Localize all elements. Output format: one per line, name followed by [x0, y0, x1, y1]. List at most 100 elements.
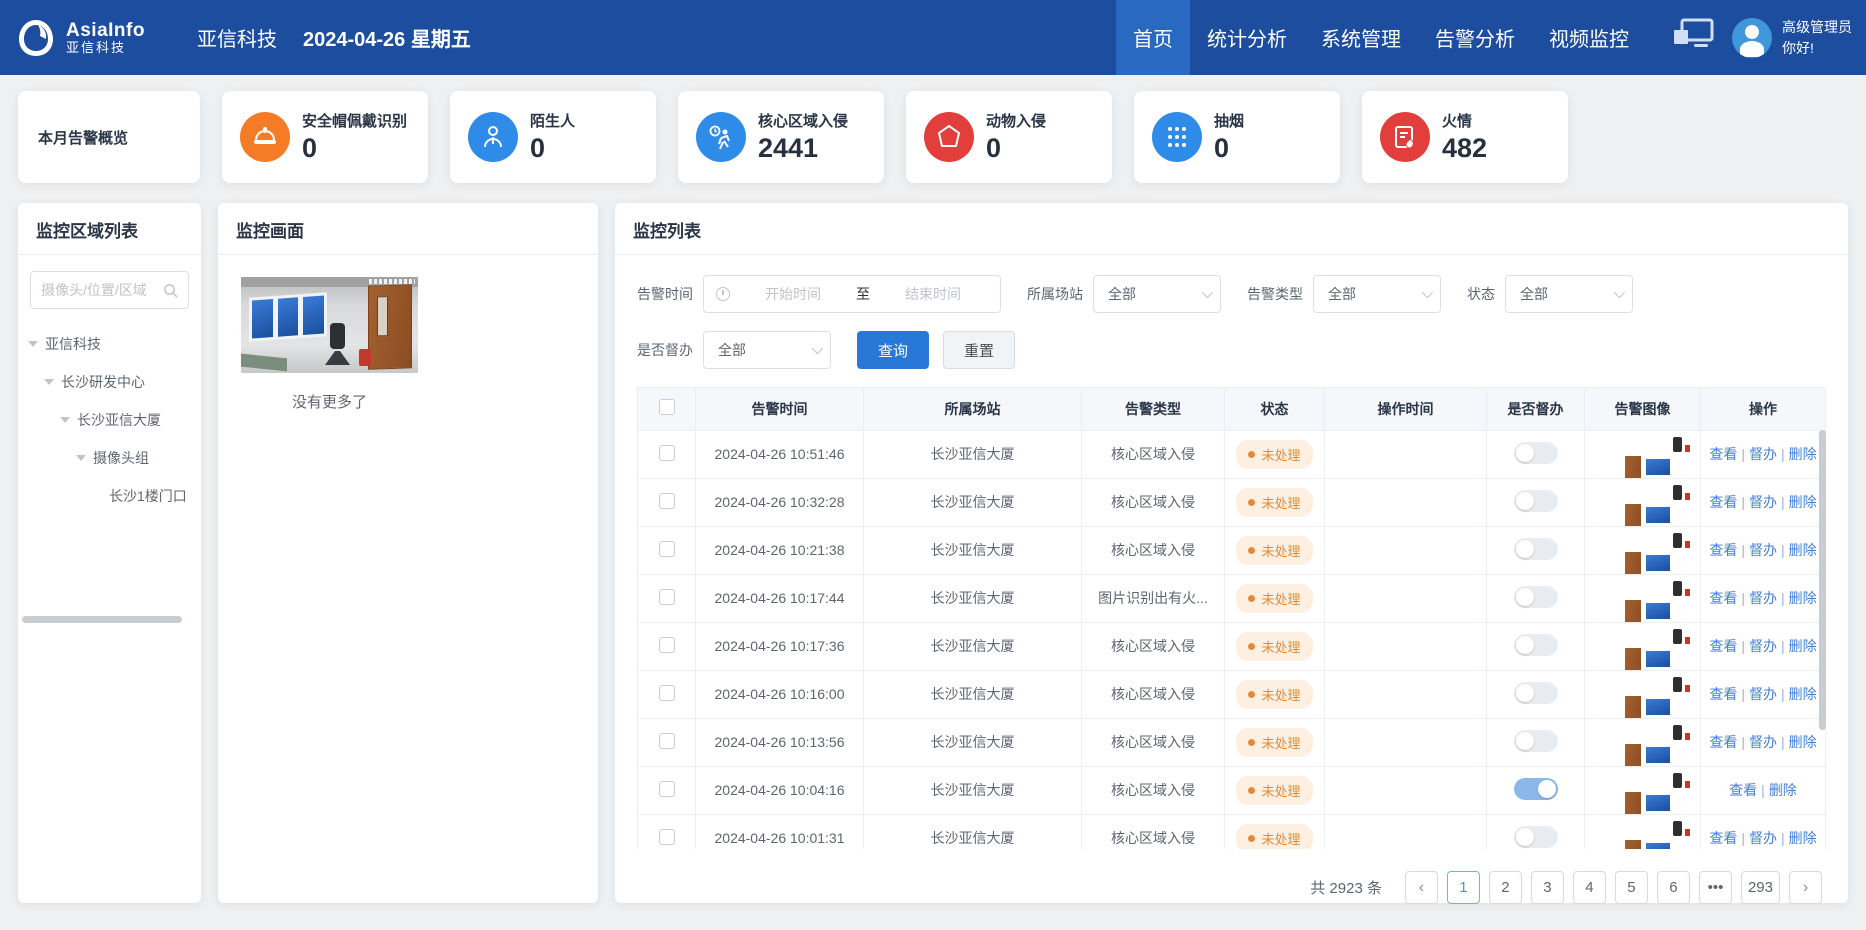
action-督办[interactable]: 督办: [1749, 542, 1777, 558]
nav-item-视频监控[interactable]: 视频监控: [1532, 0, 1646, 75]
station-select[interactable]: 全部: [1093, 275, 1221, 313]
region-tree: 亚信科技长沙研发中心长沙亚信大厦摄像头组长沙1楼门口: [18, 315, 201, 525]
action-督办[interactable]: 督办: [1749, 686, 1777, 702]
action-查看[interactable]: 查看: [1729, 782, 1757, 798]
table-row: 2024-04-26 10:16:00长沙亚信大厦核心区域入侵未处理查看|督办|…: [638, 670, 1826, 718]
table-row: 2024-04-26 10:04:16长沙亚信大厦核心区域入侵未处理查看|删除: [638, 766, 1826, 814]
caret-down-icon[interactable]: [76, 455, 86, 461]
column-header-告警时间: 告警时间: [696, 388, 864, 430]
nav-item-告警分析[interactable]: 告警分析: [1418, 0, 1532, 75]
tree-item-长沙研发中心[interactable]: 长沙研发中心: [24, 363, 195, 401]
supervise-toggle[interactable]: [1514, 490, 1558, 512]
action-督办[interactable]: 督办: [1749, 446, 1777, 462]
camera-search-input[interactable]: 摄像头/位置/区域: [30, 271, 189, 309]
page-button-3[interactable]: 3: [1531, 871, 1564, 904]
supervise-toggle[interactable]: [1514, 778, 1558, 800]
more-pages-button[interactable]: •••: [1699, 871, 1732, 904]
stat-value: 0: [302, 133, 407, 164]
tree-item-亚信科技[interactable]: 亚信科技: [24, 325, 195, 363]
tree-item-长沙亚信大厦[interactable]: 长沙亚信大厦: [24, 401, 195, 439]
page-button-6[interactable]: 6: [1657, 871, 1690, 904]
reset-button[interactable]: 重置: [943, 331, 1015, 369]
action-查看[interactable]: 查看: [1709, 638, 1737, 654]
action-删除[interactable]: 删除: [1789, 590, 1817, 606]
row-checkbox[interactable]: [659, 493, 675, 509]
caret-down-icon[interactable]: [28, 341, 38, 347]
page-button-1[interactable]: 1: [1447, 871, 1480, 904]
supervise-toggle[interactable]: [1514, 586, 1558, 608]
action-查看[interactable]: 查看: [1709, 686, 1737, 702]
row-checkbox[interactable]: [659, 781, 675, 797]
nav-item-首页[interactable]: 首页: [1116, 0, 1190, 75]
action-督办[interactable]: 督办: [1749, 494, 1777, 510]
supervise-toggle[interactable]: [1514, 538, 1558, 560]
camera-snapshot[interactable]: [241, 277, 418, 373]
action-删除[interactable]: 删除: [1769, 782, 1797, 798]
action-督办[interactable]: 督办: [1749, 590, 1777, 606]
prev-page-button[interactable]: ‹: [1405, 871, 1438, 904]
tree-horizontal-scrollbar[interactable]: [22, 616, 182, 623]
user-avatar[interactable]: [1732, 18, 1772, 58]
action-督办[interactable]: 督办: [1749, 734, 1777, 750]
action-删除[interactable]: 删除: [1789, 638, 1817, 654]
action-查看[interactable]: 查看: [1709, 542, 1737, 558]
status-dot-icon: [1248, 691, 1255, 698]
alert-time-cell: 2024-04-26 10:21:38: [696, 526, 864, 574]
row-checkbox[interactable]: [659, 589, 675, 605]
action-督办[interactable]: 督办: [1749, 830, 1777, 846]
action-查看[interactable]: 查看: [1709, 830, 1737, 846]
action-删除[interactable]: 删除: [1789, 686, 1817, 702]
row-checkbox[interactable]: [659, 637, 675, 653]
supervise-toggle[interactable]: [1514, 634, 1558, 656]
supervise-select[interactable]: 全部: [703, 331, 831, 369]
user-info[interactable]: 高级管理员 你好!: [1782, 17, 1852, 58]
supervise-toggle[interactable]: [1514, 730, 1558, 752]
page-button-293[interactable]: 293: [1741, 871, 1780, 904]
animal-icon: [924, 112, 974, 162]
nav-item-统计分析[interactable]: 统计分析: [1190, 0, 1304, 75]
smoking-icon: [1152, 112, 1202, 162]
action-查看[interactable]: 查看: [1709, 494, 1737, 510]
supervise-toggle[interactable]: [1514, 682, 1558, 704]
caret-down-icon[interactable]: [60, 417, 70, 423]
action-查看[interactable]: 查看: [1709, 734, 1737, 750]
tree-item-label: 摄像头组: [93, 448, 149, 468]
alert-type-cell: 核心区域入侵: [1082, 766, 1225, 814]
video-wall-icon[interactable]: [1672, 18, 1714, 57]
action-督办[interactable]: 督办: [1749, 638, 1777, 654]
alert-time-range-input[interactable]: 开始时间 至 结束时间: [703, 275, 1001, 313]
row-checkbox[interactable]: [659, 685, 675, 701]
operate-time-cell: [1325, 574, 1487, 622]
action-删除[interactable]: 删除: [1789, 542, 1817, 558]
status-select[interactable]: 全部: [1505, 275, 1633, 313]
next-page-button[interactable]: ›: [1789, 871, 1822, 904]
stat-card-抽烟: 抽烟0: [1134, 91, 1340, 183]
alert-type-select[interactable]: 全部: [1313, 275, 1441, 313]
status-dot-icon: [1248, 787, 1255, 794]
action-查看[interactable]: 查看: [1709, 590, 1737, 606]
search-button[interactable]: 查询: [857, 331, 929, 369]
supervise-toggle[interactable]: [1514, 442, 1558, 464]
select-all-checkbox[interactable]: [659, 399, 675, 415]
stranger-icon: [468, 112, 518, 162]
row-checkbox[interactable]: [659, 541, 675, 557]
nav-item-系统管理[interactable]: 系统管理: [1304, 0, 1418, 75]
page-button-4[interactable]: 4: [1573, 871, 1606, 904]
page-button-2[interactable]: 2: [1489, 871, 1522, 904]
action-删除[interactable]: 删除: [1789, 446, 1817, 462]
alert-time-cell: 2024-04-26 10:17:36: [696, 622, 864, 670]
action-删除[interactable]: 删除: [1789, 494, 1817, 510]
row-checkbox[interactable]: [659, 733, 675, 749]
supervise-toggle[interactable]: [1514, 826, 1558, 848]
table-vertical-scrollbar[interactable]: [1819, 430, 1826, 730]
action-删除[interactable]: 删除: [1789, 734, 1817, 750]
tree-item-长沙1楼门口[interactable]: 长沙1楼门口: [24, 477, 195, 515]
action-查看[interactable]: 查看: [1709, 446, 1737, 462]
tree-item-摄像头组[interactable]: 摄像头组: [24, 439, 195, 477]
row-checkbox[interactable]: [659, 829, 675, 845]
action-删除[interactable]: 删除: [1789, 830, 1817, 846]
caret-down-icon[interactable]: [44, 379, 54, 385]
stat-label: 火情: [1442, 110, 1487, 131]
row-checkbox[interactable]: [659, 445, 675, 461]
page-button-5[interactable]: 5: [1615, 871, 1648, 904]
